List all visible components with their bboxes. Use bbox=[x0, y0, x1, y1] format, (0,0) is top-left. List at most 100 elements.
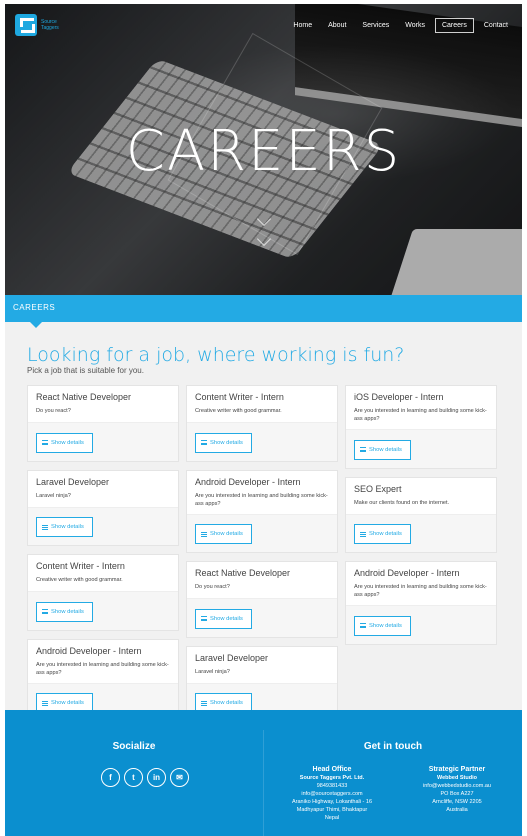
job-title: Content Writer - Intern bbox=[36, 561, 125, 571]
show-details-button[interactable]: Show details bbox=[36, 432, 93, 453]
job-title: SEO Expert bbox=[354, 483, 402, 494]
jobs-column-1: React Native Developer Do you react? Show … bbox=[27, 385, 179, 730]
show-details-label: Show details bbox=[369, 622, 402, 629]
facebook-icon[interactable]: f bbox=[101, 768, 120, 787]
strip-arrow bbox=[29, 321, 43, 328]
main-nav: Home About Services Works Careers Contac… bbox=[287, 18, 514, 33]
list-icon bbox=[201, 440, 207, 445]
job-card: SEO Expert Make our clients found on the … bbox=[345, 476, 497, 553]
job-card-body: Android Developer - Intern Are you intere… bbox=[28, 640, 178, 683]
job-card: Android Developer - Intern Are you intere… bbox=[345, 561, 497, 645]
job-card: Content Writer - Intern Creative writer w… bbox=[186, 385, 338, 462]
job-card-body: Laravel Developer Laravel ninja? bbox=[187, 647, 337, 683]
partner-title: Strategic Partner bbox=[428, 766, 486, 773]
partner-email[interactable]: info@webbedstudio.com.au bbox=[397, 782, 517, 790]
job-description: Laravel ninja? bbox=[195, 668, 230, 675]
show-details-button[interactable]: Show details bbox=[195, 432, 252, 453]
hero-title: CAREERS bbox=[5, 119, 522, 184]
list-icon bbox=[201, 700, 207, 706]
partner-address2: Arncliffe, NSW 2205 bbox=[432, 799, 482, 805]
head-office-email[interactable]: info@sourcetaggers.com bbox=[267, 790, 397, 798]
strategic-partner: Strategic Partner Webbed Studio info@web… bbox=[397, 766, 517, 814]
nav-contact[interactable]: Contact bbox=[478, 19, 514, 32]
job-description: Do you react? bbox=[36, 408, 71, 414]
jobs-subheading: Pick a job that is suitable for you. bbox=[27, 366, 144, 375]
show-details-button[interactable]: Show details bbox=[36, 601, 93, 622]
job-description: Creative writer with good grammar. bbox=[36, 577, 123, 583]
nav-home[interactable]: Home bbox=[287, 19, 318, 32]
list-icon bbox=[360, 447, 366, 452]
nav-services[interactable]: Services bbox=[356, 19, 395, 32]
head-office-title: Head Office bbox=[312, 766, 352, 773]
head-office-address1: Araniko Highway, Lokanthali - 16 bbox=[292, 799, 372, 805]
show-details-button[interactable]: Show details bbox=[354, 524, 411, 544]
job-title: Android Developer - Intern bbox=[354, 568, 460, 578]
job-card-footer: Show details bbox=[187, 422, 337, 461]
job-card-body: Content Writer - Intern Creative writer w… bbox=[28, 555, 178, 591]
job-card-body: React Native Developer Do you react? bbox=[28, 386, 178, 422]
socialize-title: Socialize bbox=[112, 741, 156, 752]
job-card-body: iOS Developer - Intern Are you interested… bbox=[346, 386, 496, 429]
show-details-button[interactable]: Show details bbox=[195, 524, 252, 544]
show-details-button[interactable]: Show details bbox=[36, 517, 93, 537]
job-title: React Native Developer bbox=[195, 568, 291, 578]
show-details-button[interactable]: Show details bbox=[354, 615, 411, 636]
job-description: Make our clients found on the internet. bbox=[354, 499, 450, 506]
head-office: Head Office Source Taggers Pvt. Ltd. 984… bbox=[267, 766, 397, 822]
job-title: Laravel Developer bbox=[195, 652, 269, 663]
linkedin-icon[interactable]: in bbox=[147, 768, 166, 787]
job-description: Do you react? bbox=[195, 584, 230, 590]
hero-banner: Source Taggers Home About Services Works… bbox=[5, 4, 522, 295]
get-in-touch-title: Get in touch bbox=[363, 741, 423, 752]
partner-address1: PO Box A227 bbox=[440, 791, 474, 797]
job-card-body: Content Writer - Intern Creative writer w… bbox=[187, 386, 337, 422]
jobs-heading: Looking for a job, where working is fun? bbox=[27, 344, 405, 366]
show-details-label: Show details bbox=[51, 524, 84, 530]
hero-title-text: CAREERS bbox=[125, 119, 402, 184]
job-description: Are you interested in learning and build… bbox=[354, 584, 487, 598]
list-icon bbox=[201, 531, 207, 537]
show-details-label: Show details bbox=[51, 608, 84, 615]
job-title: Android Developer - Intern bbox=[195, 476, 301, 487]
jobs-column-2: Content Writer - Intern Creative writer w… bbox=[186, 385, 338, 730]
job-description: Laravel ninja? bbox=[36, 492, 71, 499]
job-card-footer: Show details bbox=[346, 513, 496, 552]
nav-about[interactable]: About bbox=[322, 19, 352, 32]
job-card: iOS Developer - Intern Are you interested… bbox=[345, 385, 497, 469]
job-description: Creative writer with good grammar. bbox=[195, 408, 282, 414]
jobs-column-3: iOS Developer - Intern Are you interested… bbox=[345, 385, 497, 653]
job-card: React Native Developer Do you react? Show … bbox=[186, 561, 338, 638]
head-office-company: Source Taggers Pvt. Ltd. bbox=[299, 775, 365, 781]
show-details-label: Show details bbox=[369, 531, 402, 537]
list-icon bbox=[201, 616, 207, 621]
show-details-label: Show details bbox=[51, 439, 84, 446]
head-office-phone[interactable]: 9849381433 bbox=[267, 782, 397, 790]
list-icon bbox=[360, 531, 366, 537]
job-title: iOS Developer - Intern bbox=[354, 392, 444, 402]
job-description: Are you interested in learning and build… bbox=[36, 661, 169, 676]
partner-company: Webbed Studio bbox=[437, 775, 477, 781]
job-card: React Native Developer Do you react? Show … bbox=[27, 385, 179, 462]
site-logo[interactable]: Source Taggers bbox=[15, 14, 59, 36]
nav-careers[interactable]: Careers bbox=[434, 18, 474, 33]
email-icon[interactable]: ✉ bbox=[170, 768, 189, 787]
head-office-address2: Madhyapur Thimi, Bhaktapur bbox=[296, 807, 368, 813]
job-card-footer: Show details bbox=[346, 429, 496, 468]
job-card-footer: Show details bbox=[346, 605, 496, 644]
show-details-label: Show details bbox=[210, 439, 243, 446]
job-card-footer: Show details bbox=[187, 598, 337, 637]
section-strip-label: CAREERS bbox=[13, 303, 56, 312]
job-card: Content Writer - Intern Creative writer w… bbox=[27, 554, 179, 631]
logo-text-line2: Taggers bbox=[41, 25, 59, 31]
list-icon bbox=[360, 623, 366, 628]
show-details-button[interactable]: Show details bbox=[354, 439, 411, 460]
show-details-button[interactable]: Show details bbox=[195, 608, 252, 629]
twitter-icon[interactable]: t bbox=[124, 768, 143, 787]
show-details-label: Show details bbox=[369, 446, 402, 453]
job-title: Laravel Developer bbox=[36, 476, 110, 487]
job-card-body: Laravel Developer Laravel ninja? bbox=[28, 471, 178, 507]
nav-works[interactable]: Works bbox=[399, 19, 431, 32]
job-title: Content Writer - Intern bbox=[195, 392, 284, 402]
job-title: React Native Developer bbox=[36, 392, 132, 402]
section-strip: CAREERS bbox=[5, 295, 522, 322]
